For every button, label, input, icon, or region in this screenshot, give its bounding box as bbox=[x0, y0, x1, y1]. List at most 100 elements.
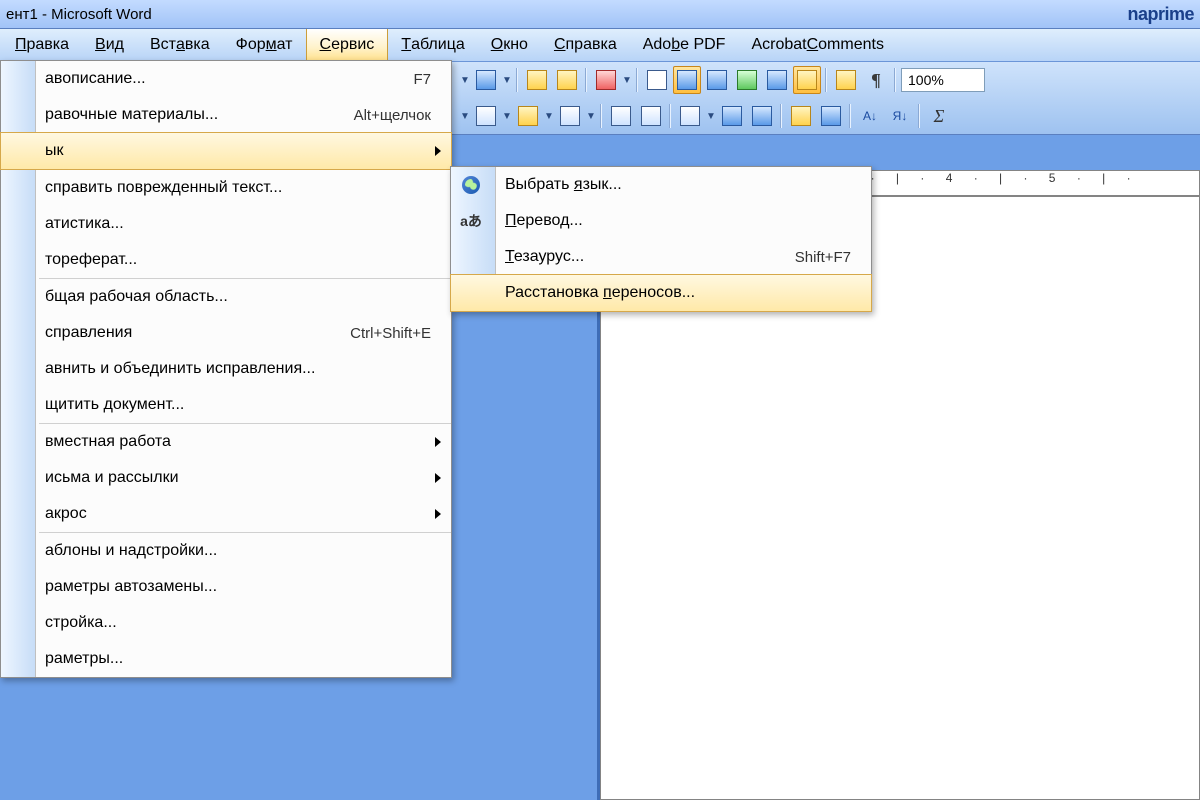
toolbar-drop-icon[interactable]: ▼ bbox=[502, 111, 512, 122]
toolbar-overflow-icon[interactable]: ▼ bbox=[460, 75, 470, 86]
toolbar-btn[interactable] bbox=[592, 66, 620, 94]
toolbar-btn[interactable] bbox=[472, 102, 500, 130]
toolbar-separator bbox=[600, 104, 603, 128]
menu-вставка[interactable]: Вставка bbox=[137, 29, 223, 61]
toolbar-btn[interactable] bbox=[523, 66, 551, 94]
menu-правка[interactable]: Правка bbox=[2, 29, 82, 61]
menu-item[interactable]: справленияCtrl+Shift+E bbox=[1, 315, 451, 351]
toolbar-btn[interactable] bbox=[787, 102, 815, 130]
toolbar-btn[interactable] bbox=[832, 66, 860, 94]
menu-item-label: ык bbox=[45, 142, 431, 160]
menu-item-label: атистика... bbox=[45, 215, 431, 233]
toolbar-overflow-icon[interactable]: ▼ bbox=[460, 111, 470, 122]
menu-item[interactable]: вместная работа bbox=[1, 424, 451, 460]
menu-item-label: равочные материалы... bbox=[45, 106, 324, 124]
menu-shortcut: Alt+щелчок bbox=[324, 107, 431, 124]
toolbar-btn[interactable] bbox=[733, 66, 761, 94]
toolbar-drop-icon[interactable]: ▼ bbox=[706, 111, 716, 122]
toolbar-separator bbox=[918, 104, 921, 128]
toolbar-btn[interactable] bbox=[718, 102, 746, 130]
toolbar-btn[interactable] bbox=[676, 102, 704, 130]
toolbar-drop-icon[interactable]: ▼ bbox=[544, 111, 554, 122]
menu-item-label: аблоны и надстройки... bbox=[45, 542, 431, 560]
menu-item-label: авописание... bbox=[45, 70, 383, 88]
menu-item[interactable]: атистика... bbox=[1, 206, 451, 242]
toolbar-drop-icon[interactable]: ▼ bbox=[502, 75, 512, 86]
sort-asc-icon[interactable]: А↓ bbox=[856, 102, 884, 130]
menu-item[interactable]: щитить документ... bbox=[1, 387, 451, 423]
menu-вид[interactable]: Вид bbox=[82, 29, 137, 61]
autosum-icon[interactable]: Σ bbox=[925, 102, 953, 130]
menu-item[interactable]: раметры автозамены... bbox=[1, 569, 451, 605]
submenu-item[interactable]: Тезаурус...Shift+F7 bbox=[451, 239, 871, 275]
menu-item-label: бщая рабочая область... bbox=[45, 288, 431, 306]
submenu-item[interactable]: aあ Перевод... bbox=[451, 203, 871, 239]
menu-item-label: вместная работа bbox=[45, 433, 431, 451]
menu-item[interactable]: бщая рабочая область... bbox=[1, 279, 451, 315]
toolbar-drop-icon[interactable]: ▼ bbox=[622, 75, 632, 86]
globe-icon bbox=[457, 174, 485, 196]
menu-item[interactable]: тореферат... bbox=[1, 242, 451, 278]
menu-shortcut: Ctrl+Shift+E bbox=[320, 325, 431, 342]
toolbar-drop-icon[interactable]: ▼ bbox=[586, 111, 596, 122]
toolbar-btn[interactable] bbox=[643, 66, 671, 94]
menu-adobe-pdf[interactable]: Adobe PDF bbox=[630, 29, 739, 61]
toolbar-btn[interactable] bbox=[553, 66, 581, 94]
menu-item[interactable]: исьма и рассылки bbox=[1, 460, 451, 496]
submenu-item[interactable]: Выбрать язык... bbox=[451, 167, 871, 203]
watermark-text: naprime bbox=[1127, 4, 1194, 25]
menu-item[interactable]: раметры... bbox=[1, 641, 451, 677]
toolbar-separator bbox=[825, 68, 828, 92]
toolbar-btn[interactable] bbox=[793, 66, 821, 94]
toolbar-btn[interactable] bbox=[673, 66, 701, 94]
title-bar: ент1 - Microsoft Word naprime bbox=[0, 0, 1200, 29]
toolbar-btn[interactable] bbox=[763, 66, 791, 94]
toolbar-btn[interactable] bbox=[556, 102, 584, 130]
menu-item-label: акрос bbox=[45, 505, 431, 523]
menu-окно[interactable]: Окно bbox=[478, 29, 541, 61]
zoom-combo[interactable]: 100% bbox=[901, 68, 985, 92]
pilcrow-icon[interactable]: ¶ bbox=[862, 66, 890, 94]
menu-item[interactable]: аблоны и надстройки... bbox=[1, 533, 451, 569]
menu-справка[interactable]: Справка bbox=[541, 29, 630, 61]
menu-item[interactable]: ык bbox=[0, 132, 452, 170]
menu-bar: ПравкаВидВставкаФорматСервисТаблицаОкноС… bbox=[0, 29, 1200, 62]
menu-item[interactable]: акрос bbox=[1, 496, 451, 532]
submenu-item[interactable]: Расстановка переносов... bbox=[450, 274, 872, 312]
toolbar-separator bbox=[585, 68, 588, 92]
toolbar-btn[interactable] bbox=[817, 102, 845, 130]
toolbar-separator bbox=[516, 68, 519, 92]
menu-таблица[interactable]: Таблица bbox=[388, 29, 477, 61]
submenu-arrow-icon bbox=[435, 437, 441, 447]
translate-icon: aあ bbox=[457, 210, 485, 232]
menu-item[interactable]: справить поврежденный текст... bbox=[1, 170, 451, 206]
toolbar-btn[interactable] bbox=[607, 102, 635, 130]
submenu-item-label: Перевод... bbox=[505, 212, 851, 230]
menu-item-label: справления bbox=[45, 324, 320, 342]
menu-item-label: раметры автозамены... bbox=[45, 578, 431, 596]
menu-item-label: стройка... bbox=[45, 614, 431, 632]
toolbar-separator bbox=[669, 104, 672, 128]
toolbar-btn[interactable] bbox=[514, 102, 542, 130]
toolbar-separator bbox=[780, 104, 783, 128]
service-menu-dropdown: авописание...F7равочные материалы...Alt+… bbox=[0, 60, 452, 678]
zoom-value: 100% bbox=[908, 72, 944, 88]
menu-сервис[interactable]: Сервис bbox=[306, 29, 389, 61]
menu-item[interactable]: стройка... bbox=[1, 605, 451, 641]
toolbar-btn[interactable] bbox=[472, 66, 500, 94]
menu-acrobat-comments[interactable]: Acrobat Comments bbox=[738, 29, 897, 61]
toolbar-btn[interactable] bbox=[703, 66, 731, 94]
submenu-item-label: Тезаурус... bbox=[505, 248, 765, 266]
submenu-item-label: Расстановка переносов... bbox=[505, 284, 851, 302]
toolbar-btn[interactable] bbox=[748, 102, 776, 130]
toolbar-separator bbox=[636, 68, 639, 92]
toolbar-btn[interactable] bbox=[637, 102, 665, 130]
toolbar-separator bbox=[894, 68, 897, 92]
sort-desc-icon[interactable]: Я↓ bbox=[886, 102, 914, 130]
menu-item-label: авнить и объединить исправления... bbox=[45, 360, 431, 378]
menu-item-label: исьма и рассылки bbox=[45, 469, 431, 487]
menu-item[interactable]: авнить и объединить исправления... bbox=[1, 351, 451, 387]
menu-item[interactable]: авописание...F7 bbox=[1, 61, 451, 97]
menu-item[interactable]: равочные материалы...Alt+щелчок bbox=[1, 97, 451, 133]
menu-формат[interactable]: Формат bbox=[223, 29, 306, 61]
